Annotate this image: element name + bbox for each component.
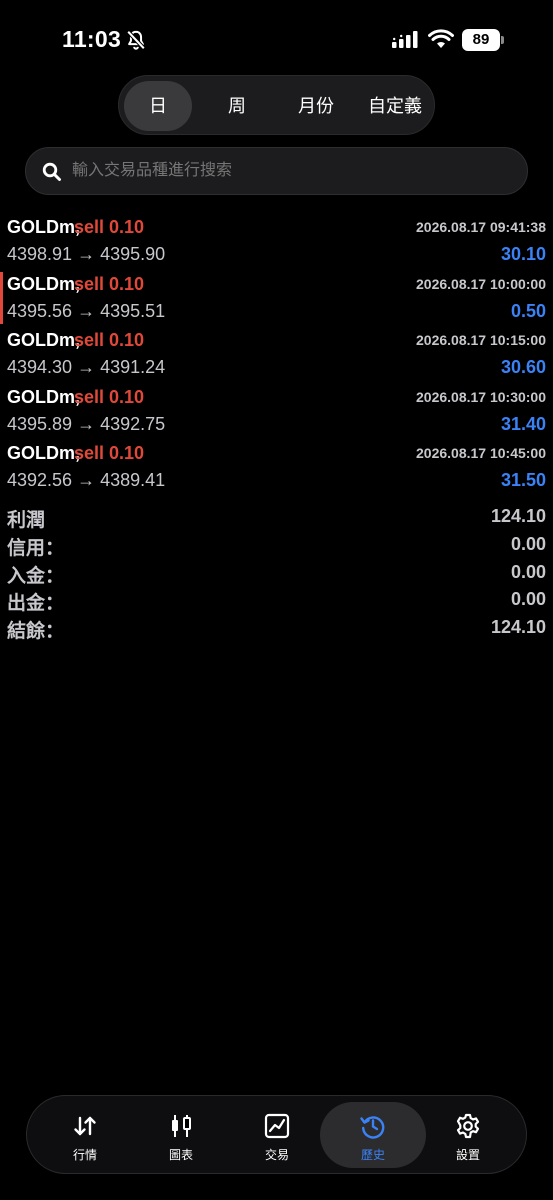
trade-profit: 31.40 bbox=[500, 413, 546, 434]
nav-settings[interactable]: 設置 bbox=[420, 1096, 516, 1175]
summary-label: 信用： bbox=[7, 537, 65, 559]
trade-symbol: GOLDm, bbox=[7, 273, 81, 294]
trade-time: 2026.08.17 10:30:00 bbox=[416, 388, 546, 405]
tab-custom[interactable]: 自定義 bbox=[359, 81, 431, 131]
close-price: 4389.41 bbox=[100, 470, 166, 490]
summary-row-balance: 結餘： 124.10 bbox=[0, 614, 553, 642]
trade-prices: 4398.91 → 4395.90 bbox=[7, 244, 165, 265]
status-bar: 11:03 89 bbox=[0, 0, 553, 80]
trade-time: 2026.08.17 10:45:00 bbox=[416, 445, 546, 461]
trade-side: sell 0.10 bbox=[74, 386, 145, 407]
trade-symbol: GOLDm, bbox=[7, 443, 81, 463]
trade-prices: 4395.89 → 4392.75 bbox=[7, 414, 165, 435]
trade-chart-icon bbox=[264, 1113, 290, 1139]
battery-tip bbox=[501, 36, 504, 44]
summary-row-credit: 信用： 0.00 bbox=[0, 531, 553, 559]
nav-label: 歷史 bbox=[360, 1148, 385, 1162]
price-arrow: → bbox=[77, 300, 96, 321]
quotes-arrows-icon bbox=[74, 1116, 96, 1136]
trade-profit: 31.50 bbox=[500, 470, 546, 490]
tab-week[interactable]: 周 bbox=[203, 81, 271, 131]
summary-label: 出金： bbox=[7, 593, 65, 615]
settings-gear-icon bbox=[456, 1113, 480, 1139]
summary-label: 入金： bbox=[7, 565, 65, 587]
summary-row-withdrawal: 出金： 0.00 bbox=[0, 586, 553, 614]
trade-symbol: GOLDm, bbox=[7, 386, 81, 407]
nav-label: 設置 bbox=[455, 1148, 480, 1162]
trade-symbol: GOLDm, bbox=[7, 330, 81, 350]
search-input[interactable] bbox=[72, 148, 512, 194]
trade-row[interactable]: GOLDm, sell 0.10 4395.89 → 4392.75 2026.… bbox=[0, 383, 553, 440]
summary-row-profit: 利潤 124.10 bbox=[0, 503, 553, 531]
wifi-icon bbox=[428, 29, 454, 48]
tab-day[interactable]: 日 bbox=[124, 81, 192, 131]
trade-side: sell 0.10 bbox=[74, 217, 145, 237]
search-bar[interactable] bbox=[25, 147, 528, 195]
price-arrow: → bbox=[77, 470, 96, 490]
nav-label: 交易 bbox=[264, 1148, 289, 1162]
bottom-nav: 行情 圖表 交易 歷史 設置 bbox=[26, 1095, 527, 1174]
close-price: 4395.90 bbox=[100, 244, 166, 264]
battery-level: 89 bbox=[462, 29, 500, 51]
account-summary: 利潤 124.10 信用： 0.00 入金： 0.00 出金： 0.00 結餘：… bbox=[0, 503, 553, 642]
candlestick-chart-icon bbox=[172, 1115, 191, 1137]
open-price: 4392.56 bbox=[7, 470, 73, 490]
summary-value: 124.10 bbox=[490, 506, 546, 526]
trade-profit: 0.50 bbox=[510, 300, 546, 321]
nav-trade[interactable]: 交易 bbox=[229, 1096, 325, 1175]
trade-prices: 4395.56 → 4395.51 bbox=[7, 301, 165, 322]
signal-icon bbox=[392, 31, 418, 48]
trade-time: 2026.08.17 10:15:00 bbox=[416, 332, 546, 348]
status-time: 11:03 bbox=[62, 26, 122, 52]
trade-prices: 4394.30 → 4391.24 bbox=[7, 357, 165, 378]
nav-chart[interactable]: 圖表 bbox=[133, 1096, 229, 1175]
trade-symbol: GOLDm, bbox=[7, 217, 81, 237]
summary-label: 結餘： bbox=[7, 621, 65, 643]
nav-quotes[interactable]: 行情 bbox=[37, 1096, 133, 1175]
open-price: 4394.30 bbox=[7, 357, 73, 377]
summary-row-deposit: 入金： 0.00 bbox=[0, 559, 553, 587]
trade-time: 2026.08.17 09:41:38 bbox=[416, 219, 546, 235]
search-icon bbox=[42, 162, 61, 181]
summary-label: 利潤 bbox=[7, 510, 46, 531]
open-price: 4395.89 bbox=[7, 413, 73, 434]
trade-list: GOLDm, sell 0.10 4398.91 → 4395.90 2026.… bbox=[0, 213, 553, 496]
battery-icon: 89 bbox=[462, 29, 504, 51]
price-arrow: → bbox=[77, 357, 96, 377]
trade-profit: 30.10 bbox=[500, 244, 546, 264]
history-clock-icon bbox=[360, 1116, 385, 1139]
trade-row[interactable]: GOLDm, sell 0.10 4394.30 → 4391.24 2026.… bbox=[0, 326, 553, 383]
trade-side: sell 0.10 bbox=[74, 443, 145, 463]
open-price: 4395.56 bbox=[7, 300, 73, 321]
summary-value: 0.00 bbox=[510, 533, 546, 554]
summary-value: 0.00 bbox=[510, 589, 546, 610]
nav-history[interactable]: 歷史 bbox=[319, 1096, 427, 1175]
trade-row[interactable]: GOLDm, sell 0.10 4398.91 → 4395.90 2026.… bbox=[0, 213, 553, 270]
open-price: 4398.91 bbox=[7, 244, 73, 264]
close-price: 4391.24 bbox=[100, 357, 166, 377]
trade-row[interactable]: GOLDm, sell 0.10 4395.56 → 4395.51 2026.… bbox=[0, 270, 553, 327]
trade-side: sell 0.10 bbox=[74, 273, 145, 294]
trade-row[interactable]: GOLDm, sell 0.10 4392.56 → 4389.41 2026.… bbox=[0, 439, 553, 496]
trade-profit: 30.60 bbox=[500, 357, 546, 377]
trade-prices: 4392.56 → 4389.41 bbox=[7, 470, 165, 491]
trade-side: sell 0.10 bbox=[74, 330, 145, 350]
trade-time: 2026.08.17 10:00:00 bbox=[416, 275, 546, 292]
bell-slash-icon bbox=[126, 30, 146, 50]
nav-label: 行情 bbox=[72, 1148, 97, 1162]
summary-value: 124.10 bbox=[490, 617, 546, 638]
tab-month[interactable]: 月份 bbox=[282, 81, 350, 131]
price-arrow: → bbox=[77, 413, 96, 434]
close-price: 4395.51 bbox=[100, 300, 166, 321]
price-arrow: → bbox=[77, 244, 96, 264]
summary-value: 0.00 bbox=[510, 561, 546, 582]
nav-label: 圖表 bbox=[168, 1148, 193, 1162]
close-price: 4392.75 bbox=[100, 413, 166, 434]
period-tabs: 日 周 月份 自定義 bbox=[118, 75, 435, 135]
